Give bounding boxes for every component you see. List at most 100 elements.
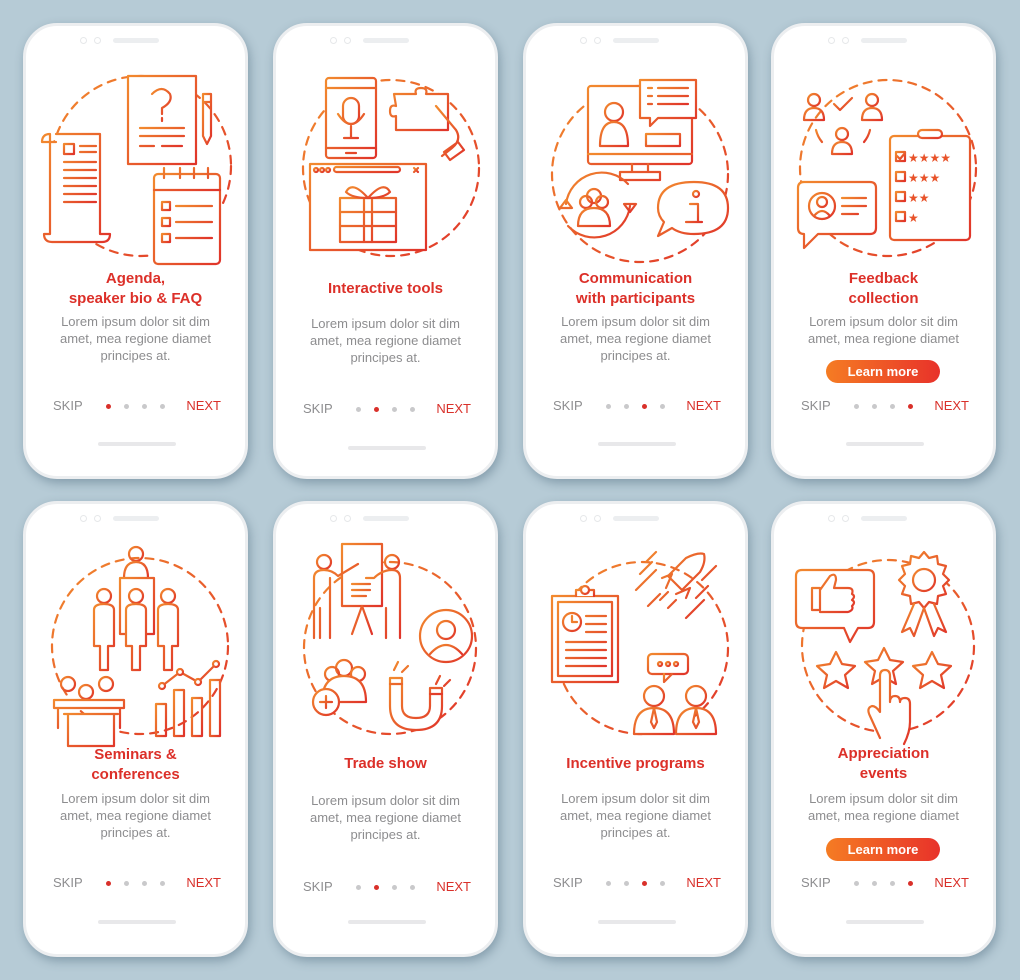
page-dot-active[interactable]	[642, 404, 647, 409]
learn-more-button[interactable]: Learn more	[826, 360, 940, 383]
page-dot-active[interactable]	[106, 881, 111, 886]
learn-more-button[interactable]: Learn more	[826, 838, 940, 861]
phone-mic-puzzle-gift-icon	[301, 76, 481, 258]
screen-title: Trade show	[282, 754, 489, 774]
audience-speaker-chart-icon	[50, 545, 230, 748]
screen-description: Lorem ipsum dolor sit dim amet, mea regio…	[34, 790, 237, 841]
page-dot[interactable]	[356, 407, 361, 412]
home-indicator[interactable]	[98, 442, 176, 446]
description-line: principes at.	[100, 348, 171, 363]
home-indicator[interactable]	[348, 446, 426, 450]
page-dot[interactable]	[392, 885, 397, 890]
page-dot-active[interactable]	[374, 407, 379, 412]
skip-button[interactable]: SKIP	[801, 397, 831, 415]
onboarding-screen-communication: Communication with participants Lorem ip…	[523, 23, 748, 479]
screen-title: Appreciation events	[780, 744, 987, 784]
skip-button[interactable]: SKIP	[553, 874, 583, 892]
description-line: principes at.	[600, 348, 671, 363]
description-line: amet, mea regione diamet	[807, 331, 960, 346]
page-dot[interactable]	[410, 407, 415, 412]
page-dot[interactable]	[160, 404, 165, 409]
home-indicator[interactable]	[98, 920, 176, 924]
svg-text:★★: ★★	[908, 191, 930, 205]
title-line: Communication	[578, 270, 693, 287]
page-dot[interactable]	[124, 881, 129, 886]
page-dot[interactable]	[854, 404, 859, 409]
next-button[interactable]: NEXT	[436, 400, 471, 418]
skip-button[interactable]: SKIP	[303, 878, 333, 896]
next-button[interactable]: NEXT	[186, 397, 221, 415]
title-line: with participants	[575, 290, 696, 307]
camera-dot	[330, 515, 337, 522]
page-dot[interactable]	[606, 881, 611, 886]
skip-button[interactable]: SKIP	[53, 874, 83, 892]
svg-text:★★★★: ★★★★	[908, 151, 951, 165]
screen-title: Interactive tools	[282, 279, 489, 299]
page-dot[interactable]	[624, 881, 629, 886]
page-dot-active[interactable]	[374, 885, 379, 890]
page-indicator	[106, 404, 168, 409]
page-indicator	[854, 404, 916, 409]
skip-button[interactable]: SKIP	[303, 400, 333, 418]
page-dot[interactable]	[410, 885, 415, 890]
page-dot[interactable]	[872, 881, 877, 886]
next-button[interactable]: NEXT	[686, 397, 721, 415]
page-dot[interactable]	[890, 881, 895, 886]
page-dot[interactable]	[160, 881, 165, 886]
description-line: amet, mea regione diamet	[807, 808, 960, 823]
page-dot[interactable]	[660, 881, 665, 886]
svg-text:★★★: ★★★	[908, 171, 940, 185]
onboarding-screen-trade-show: Trade show Lorem ipsum dolor sit dim amet…	[273, 501, 498, 957]
home-indicator[interactable]	[598, 920, 676, 924]
page-indicator	[356, 407, 418, 412]
skip-button[interactable]: SKIP	[553, 397, 583, 415]
description-line: Lorem ipsum dolor sit dim	[561, 314, 710, 329]
page-indicator	[606, 404, 668, 409]
page-dot-active[interactable]	[642, 881, 647, 886]
home-indicator[interactable]	[846, 920, 924, 924]
description-line: principes at.	[100, 825, 171, 840]
home-indicator[interactable]	[348, 920, 426, 924]
next-button[interactable]: NEXT	[436, 878, 471, 896]
home-indicator[interactable]	[598, 442, 676, 446]
speaker-grille	[861, 38, 907, 43]
phone-notch	[26, 37, 245, 45]
page-dot-active[interactable]	[106, 404, 111, 409]
skip-button[interactable]: SKIP	[53, 397, 83, 415]
description-line: amet, mea regione diamet	[309, 333, 462, 348]
page-dot[interactable]	[606, 404, 611, 409]
page-dot[interactable]	[392, 407, 397, 412]
camera-dot	[94, 515, 101, 522]
skip-button[interactable]: SKIP	[801, 874, 831, 892]
page-dot[interactable]	[142, 881, 147, 886]
screen-description: Lorem ipsum dolor sit dim amet, mea regio…	[534, 790, 737, 841]
page-dot[interactable]	[624, 404, 629, 409]
page-dot-active[interactable]	[908, 404, 913, 409]
pager-nav: SKIP NEXT	[526, 874, 745, 892]
onboarding-screen-appreciation-events: Appreciation events Lorem ipsum dolor si…	[771, 501, 996, 957]
onboarding-screen-incentive-programs: Incentive programs Lorem ipsum dolor sit…	[523, 501, 748, 957]
title-line: events	[859, 765, 908, 782]
page-dot[interactable]	[356, 885, 361, 890]
camera-dot	[80, 37, 87, 44]
phone-notch	[526, 515, 745, 523]
pager-nav: SKIP NEXT	[526, 397, 745, 415]
page-dot[interactable]	[660, 404, 665, 409]
page-dot[interactable]	[142, 404, 147, 409]
next-button[interactable]: NEXT	[686, 874, 721, 892]
page-dot[interactable]	[124, 404, 129, 409]
next-button[interactable]: NEXT	[934, 874, 969, 892]
title-line: Feedback	[848, 270, 919, 287]
phone-notch	[276, 515, 495, 523]
page-dot-active[interactable]	[908, 881, 913, 886]
page-dot[interactable]	[854, 881, 859, 886]
page-dot[interactable]	[872, 404, 877, 409]
next-button[interactable]: NEXT	[186, 874, 221, 892]
speaker-grille	[113, 516, 159, 521]
description-line: amet, mea regione diamet	[309, 810, 462, 825]
page-dot[interactable]	[890, 404, 895, 409]
next-button[interactable]: NEXT	[934, 397, 969, 415]
onboarding-screen-feedback: ★★★★ ★★★ ★★ ★ Feedback collection Lorem …	[771, 23, 996, 479]
home-indicator[interactable]	[846, 442, 924, 446]
screen-description: Lorem ipsum dolor sit dim amet, mea regio…	[34, 313, 237, 364]
